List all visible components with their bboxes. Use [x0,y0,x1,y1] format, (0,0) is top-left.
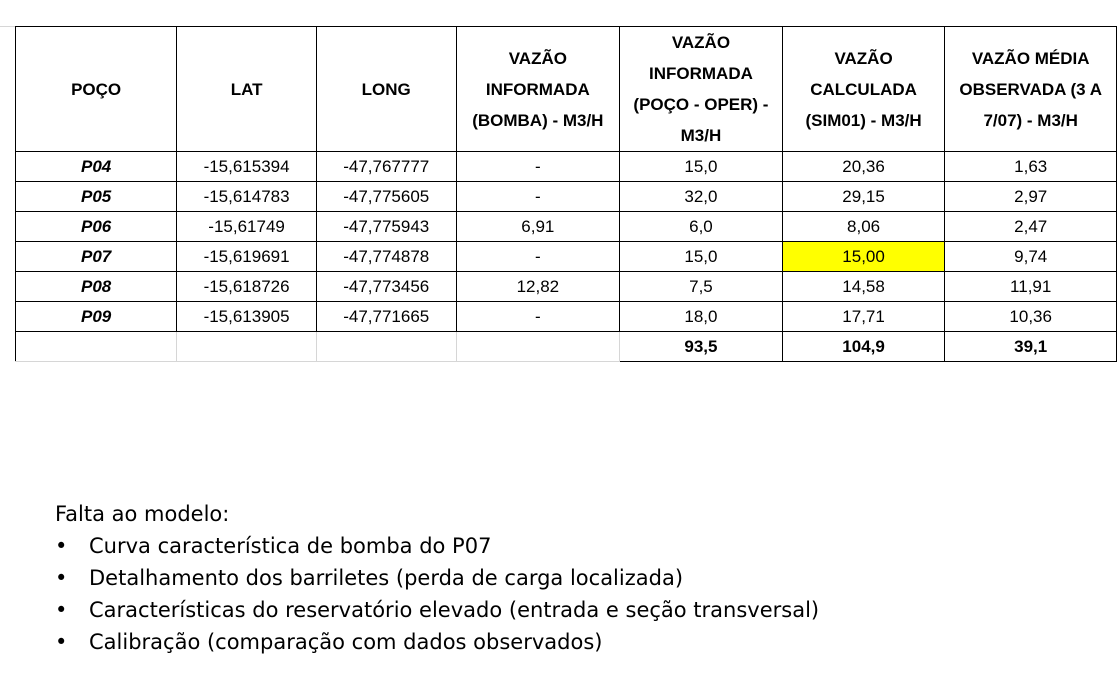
table-row: P06 -15,61749 -47,775943 6,91 6,0 8,06 2… [14,211,1117,242]
cell-well-id: P07 [14,241,178,272]
cell-vazao-poco-oper: 32,0 [619,181,783,212]
cell-lat: -15,619691 [176,241,317,272]
cell-empty [315,331,457,362]
list-item: • Curva característica de bomba do P07 [55,530,819,562]
list-item: • Calibração (comparação com dados obser… [55,626,819,658]
cell-vazao-poco-oper: 7,5 [619,271,783,302]
total-vazao-poco-oper: 93,5 [619,331,783,362]
cell-vazao-bomba: - [455,181,621,212]
cell-lat: -15,615394 [176,151,317,182]
cell-long: -47,775605 [315,181,457,212]
cell-vazao-poco-oper: 6,0 [619,211,783,242]
header-vazao-poco-oper: VAZÃO INFORMADA (POÇO - OPER) - M3/H [619,26,783,152]
cell-vazao-poco-oper: 18,0 [619,301,783,332]
cell-vazao-media: 2,47 [944,211,1117,242]
table-row: P07 -15,619691 -47,774878 - 15,0 15,00 9… [14,241,1117,272]
header-vazao-media-observada: VAZÃO MÉDIA OBSERVADA (3 A 7/07) - M3/H [944,26,1117,152]
cell-vazao-bomba: - [455,241,621,272]
bullet-icon: • [55,534,68,558]
cell-vazao-bomba: - [455,151,621,182]
model-gaps-notes: Falta ao modelo: • Curva característica … [55,498,819,658]
cell-empty [455,331,621,362]
cell-well-id: P05 [14,181,178,212]
cell-lat: -15,618726 [176,271,317,302]
cell-long: -47,773456 [315,271,457,302]
cell-long: -47,775943 [315,211,457,242]
notes-list: • Curva característica de bomba do P07 •… [55,530,819,658]
list-item-text: Características do reservatório elevado … [89,598,820,622]
table-totals-row: 93,5 104,9 39,1 [14,331,1117,362]
table-row: P09 -15,613905 -47,771665 - 18,0 17,71 1… [14,301,1117,332]
cell-vazao-media: 10,36 [944,301,1117,332]
cell-lat: -15,614783 [176,181,317,212]
cell-vazao-bomba: - [455,301,621,332]
well-flow-table-container: POÇO LAT LONG VAZÃO INFORMADA (BOMBA) - … [14,26,1117,362]
list-item-text: Calibração (comparação com dados observa… [89,630,603,654]
header-vazao-bomba: VAZÃO INFORMADA (BOMBA) - M3/H [455,26,621,152]
cell-vazao-media: 2,97 [944,181,1117,212]
cell-vazao-calculada-highlighted: 15,00 [781,241,946,272]
list-item: • Detalhamento dos barriletes (perda de … [55,562,819,594]
cell-long: -47,767777 [315,151,457,182]
well-flow-table: POÇO LAT LONG VAZÃO INFORMADA (BOMBA) - … [14,26,1117,362]
cell-lat: -15,613905 [176,301,317,332]
cell-vazao-media: 11,91 [944,271,1117,302]
cell-lat: -15,61749 [176,211,317,242]
bullet-icon: • [55,630,68,654]
cell-vazao-bomba: 6,91 [455,211,621,242]
cell-well-id: P04 [14,151,178,182]
cell-vazao-bomba: 12,82 [455,271,621,302]
header-lat: LAT [176,26,317,152]
cell-vazao-poco-oper: 15,0 [619,241,783,272]
cell-vazao-calculada: 8,06 [781,211,946,242]
list-item-text: Curva característica de bomba do P07 [89,534,492,558]
table-row: P04 -15,615394 -47,767777 - 15,0 20,36 1… [14,151,1117,182]
cell-well-id: P08 [14,271,178,302]
bullet-icon: • [55,598,68,622]
cell-vazao-calculada: 17,71 [781,301,946,332]
header-vazao-calculada: VAZÃO CALCULADA (SIM01) - M3/H [781,26,946,152]
header-long: LONG [315,26,457,152]
list-item-text: Detalhamento dos barriletes (perda de ca… [89,566,684,590]
cell-vazao-calculada: 29,15 [781,181,946,212]
cell-vazao-calculada: 14,58 [781,271,946,302]
table-row: P05 -15,614783 -47,775605 - 32,0 29,15 2… [14,181,1117,212]
bullet-icon: • [55,566,68,590]
cell-vazao-media: 1,63 [944,151,1117,182]
cell-vazao-media: 9,74 [944,241,1117,272]
table-row: P08 -15,618726 -47,773456 12,82 7,5 14,5… [14,271,1117,302]
cell-well-id: P06 [14,211,178,242]
cell-empty [14,331,178,362]
list-item: • Características do reservatório elevad… [55,594,819,626]
total-vazao-media: 39,1 [944,331,1117,362]
cell-well-id: P09 [14,301,178,332]
cell-long: -47,771665 [315,301,457,332]
header-poco: POÇO [14,26,178,152]
total-vazao-calculada: 104,9 [781,331,946,362]
cell-empty [176,331,317,362]
cell-vazao-calculada: 20,36 [781,151,946,182]
notes-title: Falta ao modelo: [55,502,230,526]
cell-long: -47,774878 [315,241,457,272]
cell-vazao-poco-oper: 15,0 [619,151,783,182]
table-header-row: POÇO LAT LONG VAZÃO INFORMADA (BOMBA) - … [14,26,1117,152]
